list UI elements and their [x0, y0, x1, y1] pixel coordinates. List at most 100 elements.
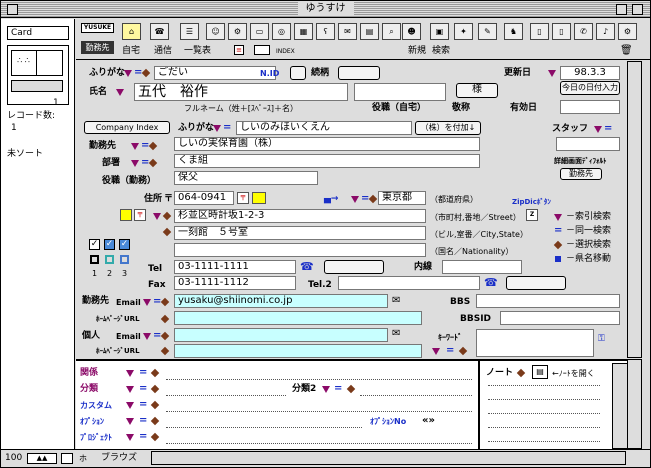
people-icon[interactable]: ☺	[206, 23, 225, 40]
new-record-icon[interactable]: ✎	[478, 23, 497, 40]
check-box-1[interactable]: ✓	[89, 239, 100, 250]
search-label[interactable]: 検索	[432, 46, 450, 57]
fax-icon[interactable]: ▤	[360, 23, 379, 40]
kankei-field[interactable]	[166, 379, 472, 380]
close-box[interactable]	[7, 4, 18, 15]
mode-label[interactable]: ブラウズ	[101, 453, 137, 464]
tsushin-label[interactable]: 通信	[154, 46, 172, 57]
yuko-field[interactable]	[560, 100, 620, 114]
koshin-field[interactable]: 98.3.3	[560, 66, 620, 80]
note-book-icon[interactable]: ▤	[532, 365, 548, 379]
title-bar[interactable]: ゆうすけ	[1, 1, 650, 18]
globe-icon[interactable]: ◎	[272, 23, 291, 40]
monitor2-icon[interactable]: ▯	[552, 23, 571, 40]
search-person-icon[interactable]: ♞	[504, 23, 523, 40]
bear-icon[interactable]: ʕ	[316, 23, 335, 40]
phone-icon[interactable]: ☎	[300, 260, 316, 274]
kabu-button[interactable]: （株）を付加↓	[415, 121, 481, 135]
kinmusaki-tab[interactable]: 勤務先	[81, 41, 114, 54]
zoom-controls-icon[interactable]: ▲▲	[27, 453, 57, 464]
new-label[interactable]: 新規	[408, 46, 426, 57]
postal-reverse-icon[interactable]: 〒	[134, 209, 146, 221]
zoom-box[interactable]	[616, 4, 627, 15]
sort-icon[interactable]: ≡	[234, 45, 244, 55]
furigana-field[interactable]: ごだい	[154, 66, 276, 80]
bell-icon[interactable]: ♪	[596, 23, 615, 40]
name-extra-field[interactable]	[354, 83, 446, 101]
nid-button[interactable]	[290, 66, 306, 80]
name-field[interactable]: 五代 裕作	[134, 83, 348, 101]
kinmu-homepage-field[interactable]	[174, 311, 422, 325]
bunrui-field[interactable]	[166, 395, 286, 396]
optionno-arrows[interactable]: «»	[422, 415, 435, 426]
index-label[interactable]: INDEX	[276, 46, 295, 57]
postal-field[interactable]: 064-0941	[174, 191, 234, 205]
communication-icon[interactable]: ☎	[150, 23, 169, 40]
postal-card-icon[interactable]	[252, 192, 266, 204]
company-index-button[interactable]: Company Index	[84, 121, 170, 134]
home-label[interactable]: 自宅	[122, 46, 140, 57]
key-icon[interactable]: ⚿	[598, 333, 616, 345]
tel2-field[interactable]	[338, 276, 480, 290]
fax-field[interactable]: 03-1111-1112	[174, 276, 296, 290]
nation-field[interactable]	[174, 243, 426, 257]
kinmu-email-field[interactable]: yusaku@shiinomi.co.jp	[174, 294, 388, 308]
kojin-homepage-field[interactable]	[174, 344, 422, 358]
car-icon[interactable]: ▭	[250, 23, 269, 40]
naisen-field[interactable]	[442, 260, 522, 274]
people-group-icon[interactable]: ☻	[402, 23, 421, 40]
gear-icon[interactable]: ⚙	[228, 23, 247, 40]
sama-button[interactable]: 様	[456, 83, 498, 98]
list-icon[interactable]: ☰	[180, 23, 199, 40]
shosai-button[interactable]: 勤務先	[560, 168, 602, 180]
bunrui2-field[interactable]	[360, 395, 472, 396]
tel-extra-button[interactable]	[324, 260, 384, 274]
lower-scrollbar[interactable]	[627, 359, 642, 449]
kinmusaki-field[interactable]: しいの実保育園（株）	[174, 137, 480, 151]
check-box-2[interactable]: ✓	[104, 239, 115, 250]
color-box-3[interactable]	[120, 255, 129, 264]
check-box-3[interactable]: ✓	[119, 239, 130, 250]
phone-icon[interactable]: ✆	[574, 23, 593, 40]
bbsid-field[interactable]	[500, 311, 620, 325]
tsuzukigara-field[interactable]	[338, 66, 380, 80]
color-box-2[interactable]	[105, 255, 114, 264]
note-scrollbar[interactable]	[612, 363, 628, 449]
layout-menu[interactable]: Card	[7, 26, 69, 40]
horizontal-scrollbar[interactable]	[151, 451, 626, 465]
option-field[interactable]	[166, 427, 362, 428]
tel2-extra-button[interactable]	[506, 276, 566, 290]
star-icon[interactable]: ✦	[454, 23, 473, 40]
settings-icon[interactable]: ⚙	[618, 23, 637, 40]
color-box-1[interactable]	[90, 255, 99, 264]
city-field[interactable]: 杉並区時計坂1-2-3	[174, 209, 426, 223]
trash-icon[interactable]: 🗑	[620, 45, 633, 57]
zipdic-icon[interactable]: Z	[526, 209, 538, 221]
search-icon[interactable]: ⌕	[382, 23, 401, 40]
project-field[interactable]	[166, 443, 472, 444]
busho-field[interactable]: くま組	[174, 154, 480, 168]
zoom-level[interactable]: 100	[5, 453, 22, 464]
custom-field[interactable]	[166, 411, 472, 412]
card-icon[interactable]	[120, 209, 132, 221]
keyword-field[interactable]	[476, 329, 594, 357]
bbs-field[interactable]	[476, 294, 620, 308]
tel-field[interactable]: 03-1111-1111	[174, 260, 296, 274]
yakushoku-kinmu-field[interactable]: 保父	[174, 171, 318, 185]
monitor-icon[interactable]: ▯	[530, 23, 549, 40]
pref-field[interactable]: 東京都	[378, 191, 426, 205]
postal-lookup-icon[interactable]: 〒	[237, 192, 249, 204]
status-toggle-icon[interactable]	[61, 453, 73, 464]
home-icon[interactable]: ⌂	[122, 23, 141, 40]
bldg-field[interactable]: 一刻館 ５号室	[174, 226, 426, 240]
list-label[interactable]: 一覧表	[184, 46, 211, 57]
staff-field[interactable]	[556, 137, 620, 151]
mail-icon[interactable]: ✉	[338, 23, 357, 40]
today-button[interactable]: 今日の日付入力	[560, 81, 620, 95]
floppy-icon[interactable]: ▣	[430, 23, 449, 40]
main-scrollbar[interactable]	[627, 61, 642, 358]
book-icon[interactable]: ∴ ∴	[7, 45, 69, 105]
note-open-label[interactable]: ←ﾉｰﾄを開く	[552, 368, 595, 379]
map-icon[interactable]: ▦	[294, 23, 313, 40]
phone2-icon[interactable]: ☎	[484, 276, 500, 290]
